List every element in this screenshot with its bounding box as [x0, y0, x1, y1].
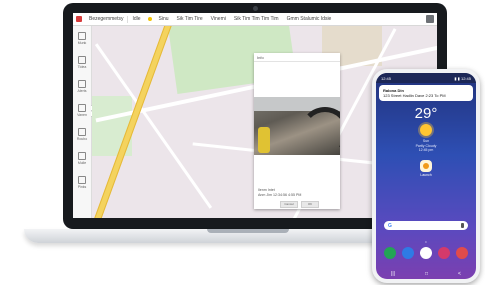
app-label: Launch [420, 172, 432, 177]
truck-icon [78, 103, 86, 112]
back-button[interactable]: < [458, 271, 461, 277]
google-search-bar[interactable]: G [384, 221, 468, 230]
document-icon [78, 175, 86, 184]
user-menu-icon[interactable] [426, 15, 434, 23]
sidebar: Munk Tidea Alerts Vanen Roubo Mulle Pink… [73, 26, 92, 218]
sidebar-item-5[interactable]: Roubo [73, 122, 91, 146]
photo-pipe [300, 107, 340, 155]
weather-line: 12:45 pm [418, 148, 434, 152]
sidebar-item-7[interactable]: Pinks [73, 170, 91, 194]
temperature: 29° [414, 105, 438, 122]
cancel-button[interactable]: Cancel [280, 201, 298, 208]
sidebar-item-2[interactable]: Tidea [73, 50, 91, 74]
status-time: 12:45 [381, 75, 392, 81]
status-dot-icon [147, 17, 152, 21]
toolbar-item-6[interactable]: Sik Tim Tim Tim Tim [230, 16, 283, 22]
notification-card[interactable]: Ralona Din 123 Street Hadlin Dave 2:23 T… [379, 85, 473, 101]
nav-bar: ||| □ < [376, 269, 476, 279]
sidebar-item-4[interactable]: Vanen [73, 98, 91, 122]
play-store-icon[interactable] [420, 247, 432, 259]
sidebar-item-label: Alerts [77, 88, 87, 93]
sidebar-item-label: Vanen [77, 112, 87, 117]
phone-frame: 12:45 ▮ ▮ 12:45 Ralona Din 123 Street Ha… [372, 69, 480, 283]
report-icon [78, 151, 86, 160]
home-button[interactable]: □ [425, 271, 428, 277]
camera-dot [253, 6, 258, 11]
sidebar-item-label: Munk [77, 40, 87, 45]
toolbar-item-5[interactable]: Vinemi [207, 16, 230, 22]
sidebar-item-6[interactable]: Mulle [73, 146, 91, 170]
weather-info: Sun Partly Cloudy 12:45 pm [376, 139, 476, 153]
app-dock [384, 247, 468, 259]
mic-icon[interactable] [461, 223, 464, 228]
recents-button[interactable]: ||| [391, 271, 395, 277]
site-photo[interactable] [254, 97, 340, 155]
toolbar-item-3[interactable]: Sinu [155, 16, 173, 22]
photo-popup: Info Ilenm Intet Anm Jim 12:34:56 4:55 P… [254, 53, 340, 209]
google-icon: G [388, 222, 392, 229]
top-toolbar: Bezegemmetsy Idle Sinu Sik Tim Tire Vine… [73, 13, 437, 26]
page-icon [78, 31, 86, 40]
messages-app-icon[interactable] [402, 247, 414, 259]
popup-header: Info [254, 53, 340, 62]
alert-icon [78, 79, 86, 88]
app-launcher-icon[interactable] [420, 159, 432, 172]
popup-buttons: Cancel OK [280, 201, 319, 208]
photo-caption: Ilenm Intet Anm Jim 12:34:56 4:55 PM [258, 188, 301, 198]
camera-app-icon[interactable] [456, 247, 468, 259]
page-indicator: • [425, 239, 427, 244]
sidebar-item-label: Tidea [77, 64, 87, 69]
grid-icon [78, 55, 86, 64]
sidebar-item-1[interactable]: Munk [73, 26, 91, 50]
photo-worker [258, 127, 270, 153]
sidebar-item-3[interactable]: Alerts [73, 74, 91, 98]
sidebar-item-label: Mulle [77, 160, 87, 165]
app-logo-icon [76, 16, 82, 22]
status-icons: ▮ ▮ 12:45 [454, 75, 471, 81]
phone-screen: 12:45 ▮ ▮ 12:45 Ralona Din 123 Street Ha… [376, 73, 476, 279]
sidebar-item-label: Roubo [76, 136, 88, 141]
ok-button[interactable]: OK [301, 201, 319, 208]
sidebar-item-label: Pinks [77, 184, 87, 189]
route-icon [78, 127, 86, 136]
status-bar: 12:45 ▮ ▮ 12:45 [376, 73, 476, 83]
sun-icon [420, 124, 432, 136]
notification-text: 123 Street Hadlin Dave 2:23 To PM [383, 93, 446, 98]
caption-detail: Anm Jim 12:34:56 4:55 PM [258, 193, 302, 197]
toolbar-item-2[interactable]: Idle [128, 16, 144, 22]
phone-app-icon[interactable] [384, 247, 396, 259]
toolbar-item-4[interactable]: Sik Tim Tire [173, 16, 207, 22]
toolbar-item-7[interactable]: Gmm Stalumic Idsie [283, 16, 336, 22]
gallery-app-icon[interactable] [438, 247, 450, 259]
laptop-notch [207, 229, 289, 233]
toolbar-item-1[interactable]: Bezegemmetsy [85, 16, 127, 22]
